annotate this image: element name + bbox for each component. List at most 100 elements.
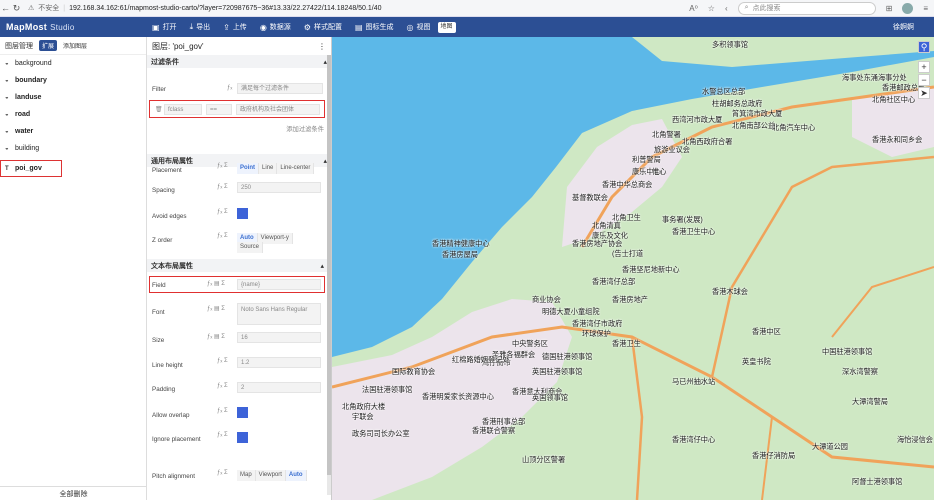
map-poi-label: 海怡浸信会 bbox=[897, 435, 933, 444]
map-poi-label: 山顶分区警署 bbox=[522, 455, 566, 464]
user-name[interactable]: 徐婀婀 bbox=[893, 22, 914, 32]
size-input[interactable]: 16 bbox=[237, 332, 321, 343]
ignore-placement-toggle[interactable] bbox=[237, 432, 248, 443]
map-poi-label: 惟心 bbox=[652, 167, 667, 176]
fx-icon[interactable]: ƒₓ Σ bbox=[217, 432, 228, 438]
back-icon[interactable]: ← bbox=[0, 3, 11, 13]
fx-icon[interactable]: ƒₓ Σ bbox=[217, 408, 228, 414]
layers-title: 图层管理 bbox=[5, 42, 33, 50]
map-poi-label: 深水湾警察 bbox=[842, 367, 878, 376]
logo: MapMost Studio bbox=[6, 22, 75, 32]
fx-icon[interactable]: ƒₓ ▤ Σ bbox=[207, 280, 225, 287]
export-button[interactable]: ⤓ 导出 bbox=[190, 22, 211, 32]
fx-icon[interactable]: ƒₓ bbox=[227, 85, 232, 91]
favorite-icon[interactable]: ☆ bbox=[708, 4, 715, 13]
reload-icon[interactable]: ↻ bbox=[11, 3, 22, 14]
insecure-label: 不安全 bbox=[38, 5, 60, 12]
layer-title: 图层: 'poi_gov' bbox=[152, 41, 204, 51]
map-select[interactable]: 地图 bbox=[437, 21, 456, 33]
map-poi-label: 英皇书院 bbox=[742, 357, 771, 366]
upload-button[interactable]: ⇪ 上传 bbox=[223, 22, 247, 32]
map-poi-label: 事务署(发展) bbox=[662, 215, 703, 224]
compass-icon[interactable]: ➤ bbox=[918, 87, 930, 99]
address-bar[interactable]: ⚠ 不安全 | 192.168.34.162:61/mapmost-studio… bbox=[28, 2, 628, 15]
search-icon: ⌕ bbox=[744, 4, 749, 11]
map-poi-label: 英国领事馆 bbox=[532, 393, 568, 402]
allow-overlap-toggle[interactable] bbox=[237, 407, 248, 418]
placement-toggle[interactable]: Point Line Line-center bbox=[237, 163, 315, 174]
add-filter-button[interactable]: 添加过滤条件 bbox=[152, 124, 324, 133]
panel-scrollbar[interactable] bbox=[327, 55, 331, 495]
map-poi-label: 国际教育协会 bbox=[392, 367, 436, 376]
fx-icon[interactable]: ƒₓ Σ bbox=[217, 233, 228, 239]
layer-item-road[interactable]: ◒ road bbox=[0, 106, 146, 123]
fx-icon[interactable]: ƒₓ Σ bbox=[217, 383, 228, 389]
menu-icon[interactable]: ≡ bbox=[923, 4, 928, 13]
zoom-out-button[interactable]: − bbox=[918, 74, 930, 86]
map-poi-label: 政务司司长办公室 bbox=[352, 429, 410, 438]
avatar[interactable] bbox=[902, 2, 914, 14]
fx-icon[interactable]: ƒₓ ▤ Σ bbox=[207, 333, 225, 340]
font-input[interactable]: Noto Sans Hans Regular bbox=[237, 303, 321, 325]
map-poi-label: 筲箕湾市政大厦 bbox=[732, 109, 783, 118]
fx-icon[interactable]: ƒₓ Σ bbox=[217, 470, 228, 476]
browser-toolbar: ← ↻ ⚠ 不安全 | 192.168.34.162:61/mapmost-st… bbox=[0, 0, 934, 17]
back-small-icon[interactable]: ‹ bbox=[725, 4, 728, 13]
layer-item-water[interactable]: ◒ water bbox=[0, 123, 146, 140]
map-poi-label: 香港仔消防局 bbox=[752, 451, 796, 460]
map-poi-label: 北角社区中心 bbox=[872, 95, 916, 104]
filter-section-header[interactable]: 过滤条件 ▴ bbox=[147, 55, 331, 68]
map-poi-label: 香港永和同乡会 bbox=[872, 135, 923, 144]
clear-all-button[interactable]: 全部删除 bbox=[0, 486, 147, 500]
spacing-input[interactable]: 250 bbox=[237, 182, 321, 193]
fx-icon[interactable]: ƒₓ Σ bbox=[217, 209, 228, 215]
filter-mode-select[interactable]: 满足每个过滤条件 bbox=[237, 83, 323, 94]
grid-icon[interactable]: ⊞ bbox=[886, 4, 893, 13]
layer-item-landuse[interactable]: ◒ landuse bbox=[0, 89, 146, 106]
fx-icon[interactable]: ƒₓ Σ bbox=[217, 163, 228, 169]
browser-search[interactable]: ⌕ 点此搜索 bbox=[737, 1, 876, 15]
add-layer-button[interactable]: 添加图层 bbox=[63, 41, 87, 50]
map-poi-label: 环球保护 bbox=[582, 329, 611, 338]
expand-tag[interactable]: 扩展 bbox=[39, 40, 58, 51]
pitch-toggle[interactable]: Map Viewport Auto bbox=[237, 470, 307, 481]
location-icon[interactable]: ⚲ bbox=[918, 41, 930, 53]
map-poi-label: 法国驻港领事馆 bbox=[362, 385, 413, 394]
avoid-edges-toggle[interactable] bbox=[237, 208, 248, 219]
layer-item-building[interactable]: ◒ building bbox=[0, 140, 146, 157]
fx-icon[interactable]: ƒₓ Σ bbox=[217, 184, 228, 190]
line-height-input[interactable]: 1.2 bbox=[237, 357, 321, 368]
fx-icon[interactable]: ƒₓ ▤ Σ bbox=[207, 305, 225, 312]
gear-icon: ⚙ bbox=[303, 22, 311, 32]
filter-value-input[interactable]: 政府机构及社会团体 bbox=[236, 104, 320, 115]
fx-icon[interactable]: ƒₓ Σ bbox=[217, 358, 228, 364]
map-poi-label: 利普警局 bbox=[632, 155, 661, 164]
delete-icon[interactable]: 🗑 bbox=[155, 106, 163, 113]
padding-input[interactable]: 2 bbox=[237, 382, 321, 393]
datasource-button[interactable]: ◉ 数据源 bbox=[260, 22, 291, 32]
field-input[interactable]: {name} bbox=[237, 279, 321, 290]
reader-icon[interactable]: A⁰ bbox=[689, 4, 698, 13]
filter-op-select[interactable]: == bbox=[206, 104, 232, 115]
filter-field-select[interactable]: fclass bbox=[164, 104, 202, 115]
open-button[interactable]: ▣ 打开 bbox=[152, 22, 177, 32]
view-button[interactable]: ◎ 视图 bbox=[407, 22, 431, 32]
style-config-button[interactable]: ⚙ 样式配置 bbox=[304, 22, 342, 32]
map-poi-label: 香港房地产协会 bbox=[572, 239, 623, 248]
map-poi-label: 中国驻港领事馆 bbox=[822, 347, 873, 356]
text-section-header[interactable]: 文本布局属性 ▴ bbox=[147, 259, 328, 272]
fill-layer-icon: ◒ bbox=[5, 128, 9, 135]
map-poi-label: 海事处东涌海事分处 bbox=[842, 73, 907, 82]
icon-gen-button[interactable]: ▤ 图标生成 bbox=[355, 22, 394, 32]
map-poi-label: 香港精神健康中心 bbox=[432, 239, 490, 248]
map-poi-label: 基督教联会 bbox=[572, 193, 608, 202]
map-poi-label: 英国驻港领事馆 bbox=[532, 367, 583, 376]
layer-item-background[interactable]: ◒ background bbox=[0, 55, 146, 72]
map-canvas[interactable]: 多积领事馆 水警总区总部 海事处东涌海事分处 香港邮政总部 柱胡邮务总政府 西湾河市政大厦… bbox=[332, 37, 934, 500]
zoom-in-button[interactable]: + bbox=[918, 61, 930, 73]
layer-item-poi-gov[interactable]: Tpoi_gov bbox=[0, 160, 62, 177]
map-poi-label: 西湾河市政大厦 bbox=[672, 115, 723, 124]
more-icon[interactable]: ⋮ bbox=[318, 42, 326, 51]
layer-item-boundary[interactable]: ◒ boundary bbox=[0, 72, 146, 89]
map-poi-label: 商业协会 bbox=[532, 295, 561, 304]
